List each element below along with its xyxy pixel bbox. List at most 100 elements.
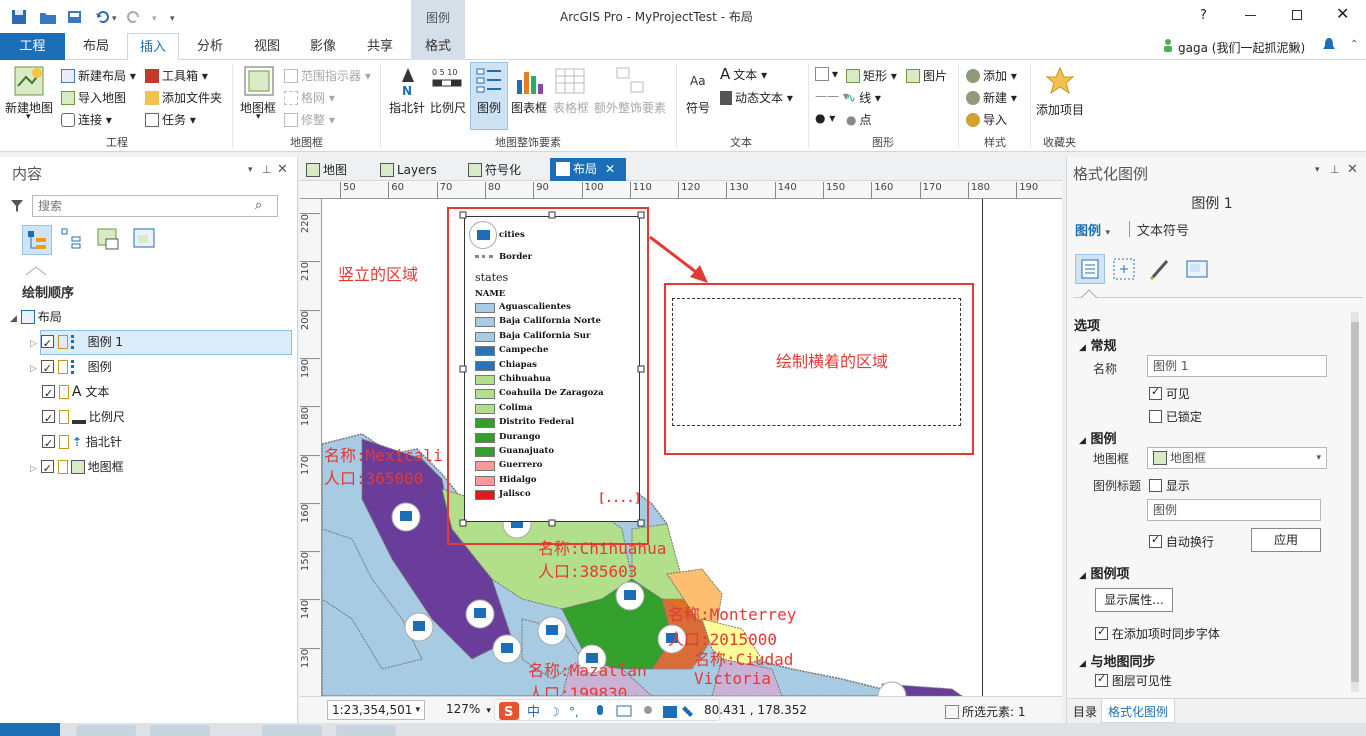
lock-icon[interactable] (57, 360, 68, 374)
pane-menu-icon[interactable]: ▾ (248, 165, 253, 175)
search-input[interactable] (32, 195, 278, 217)
close-tab-icon[interactable]: ✕ (605, 162, 615, 176)
text-button[interactable]: A 文本 ▾ (720, 65, 767, 83)
locked-checkbox[interactable] (1149, 410, 1162, 423)
show-title-row[interactable]: 显示 (1149, 477, 1190, 494)
extra-surround-button[interactable]: 额外整饰要素 (594, 99, 666, 116)
expand-icon[interactable]: ◢ (1079, 343, 1086, 353)
tab-layout[interactable]: 布局 (71, 33, 121, 60)
layout-canvas[interactable]: 名称:Mexicali 人口:365000 名称:Chihuahua 人口:38… (322, 199, 1062, 696)
auto-wrap-row[interactable]: 自动换行 (1149, 533, 1214, 550)
format-legend-tab[interactable]: 格式化图例 (1101, 699, 1176, 723)
name-input[interactable]: 图例 1 (1147, 355, 1327, 377)
view-tab-map[interactable]: 地图 (306, 160, 347, 180)
tree-item-north-arrow[interactable]: ⇡指北针 (42, 431, 122, 455)
close-window-button[interactable]: ✕ (1336, 4, 1349, 23)
notification-icon[interactable] (1322, 37, 1336, 53)
symbol-button[interactable]: 符号 (686, 99, 710, 116)
arrange-tab-icon[interactable] (1112, 257, 1136, 281)
rectangle-tool-dropdown[interactable]: ▾ (815, 67, 838, 81)
sync-fonts-row[interactable]: 在添加项时同步字体 (1095, 625, 1220, 642)
table-frame-button[interactable]: 表格框 (553, 99, 589, 116)
expand-icon[interactable]: ◢ (10, 314, 17, 324)
quick-access-icons[interactable]: ▾ ▾ ▾ (8, 8, 178, 26)
lock-icon[interactable] (58, 435, 69, 449)
view-tab-symbology[interactable]: 符号化 (468, 160, 521, 180)
toolbox-button[interactable]: 工具箱 ▾ (145, 67, 208, 84)
scale-dropdown[interactable]: 1:23,354,501 ▾ (327, 700, 425, 720)
pane-menu-icon[interactable]: ▾ (1315, 165, 1320, 175)
layer-visibility-checkbox[interactable] (1095, 672, 1108, 687)
sync-fonts-checkbox[interactable] (1095, 625, 1108, 640)
pin-icon[interactable]: ⊥ (1330, 163, 1340, 176)
pin-icon[interactable]: ⊥ (262, 163, 272, 176)
new-map-dropdown[interactable]: ▾ (26, 112, 31, 122)
filter-icon[interactable] (11, 199, 23, 213)
visibility-checkbox[interactable] (42, 383, 55, 405)
expand-icon[interactable]: ▷ (30, 339, 37, 349)
legend-section-toggle[interactable]: ◢ 图例 (1079, 428, 1116, 447)
point-button[interactable]: ● 点 (846, 111, 872, 128)
placement-tab-icon[interactable] (1185, 257, 1209, 281)
legend-items-section-toggle[interactable]: ◢ 图例项 (1079, 563, 1129, 582)
taskbar-item[interactable] (336, 725, 396, 736)
taskbar-item[interactable] (76, 725, 136, 736)
dynamic-text-button[interactable]: 动态文本 ▾ (720, 89, 793, 106)
tab-insert[interactable]: 插入 (127, 33, 179, 61)
restore-button[interactable] (1292, 10, 1302, 20)
collapse-ribbon-icon[interactable]: ⌃ (1350, 39, 1358, 50)
tree-item-scale-bar[interactable]: 比例尺 (42, 406, 125, 430)
expand-icon[interactable]: ▷ (30, 364, 37, 374)
expand-icon[interactable]: ◢ (1079, 571, 1086, 581)
extent-indicator-button[interactable]: 范围指示器 ▾ (284, 67, 371, 84)
visible-checkbox[interactable] (1149, 385, 1162, 400)
line-style-dropdown[interactable]: —— ▾ (815, 89, 849, 103)
north-arrow-button[interactable]: 指北针 (389, 99, 425, 116)
visibility-checkbox[interactable] (42, 408, 55, 430)
expand-icon[interactable]: ◢ (1079, 436, 1086, 446)
new-layout-button[interactable]: 新建布局 ▾ (61, 67, 136, 84)
new-style-button[interactable]: 新建 ▾ (966, 89, 1017, 106)
tab-share[interactable]: 共享 (355, 33, 405, 60)
map-frame-dropdown[interactable]: ▾ (256, 112, 261, 122)
minimize-button[interactable] (1245, 15, 1256, 16)
tab-imagery[interactable]: 影像 (298, 33, 348, 60)
visibility-checkbox[interactable] (40, 358, 54, 380)
add-folder-button[interactable]: 添加文件夹 (145, 89, 222, 106)
visibility-checkbox[interactable] (40, 333, 54, 355)
visibility-checkbox[interactable] (40, 458, 54, 480)
expand-icon[interactable]: ▷ (30, 464, 37, 474)
tree-item-text[interactable]: A文本 (42, 381, 109, 405)
apply-button[interactable]: 应用 (1251, 528, 1321, 552)
add-style-button[interactable]: 添加 ▾ (966, 67, 1017, 84)
tree-item-map-frame[interactable]: ▷ 地图框 (30, 456, 124, 480)
sync-with-map-section-toggle[interactable]: ◢ 与地图同步 (1079, 651, 1155, 670)
close-pane-icon[interactable]: ✕ (277, 162, 288, 177)
view-tab-layers[interactable]: Layers (380, 160, 437, 180)
visible-checkbox-row[interactable]: 可见 (1149, 385, 1190, 402)
general-section-toggle[interactable]: ◢ 常规 (1079, 335, 1116, 354)
task-button[interactable]: 任务 ▾ (145, 111, 196, 128)
list-by-selection-icon[interactable] (96, 227, 120, 251)
scale-bar-button[interactable]: 比例尺 (430, 99, 466, 116)
legend-options-dropdown[interactable]: 图例 ▾ (1075, 220, 1110, 239)
tree-item-legend[interactable]: ▷ 图例 (30, 356, 112, 380)
import-style-button[interactable]: 导入 (966, 111, 1007, 128)
tree-root-layout[interactable]: ◢ 布局 (10, 306, 62, 328)
layer-visibility-row[interactable]: 图层可见性 (1095, 672, 1172, 689)
picture-button[interactable]: 图片 (906, 67, 947, 84)
help-button[interactable]: ? (1200, 8, 1207, 23)
locked-checkbox-row[interactable]: 已锁定 (1149, 408, 1202, 425)
display-tab-icon[interactable] (1149, 257, 1173, 281)
zoom-dropdown[interactable]: 127% ▾ (432, 700, 496, 720)
reshape-button[interactable]: 修整 ▾ (284, 111, 335, 128)
map-frame-select[interactable]: 地图框 ▾ (1147, 447, 1327, 469)
show-properties-button[interactable]: 显示属性... (1095, 588, 1173, 612)
user-name[interactable]: gaga (我们一起抓泥鳅) (1178, 39, 1305, 56)
grid-button[interactable]: 格网 ▾ (284, 89, 335, 106)
legend-button[interactable]: 图例 (477, 99, 501, 116)
import-map-button[interactable]: 导入地图 (61, 89, 126, 106)
options-tab-icon[interactable] (1075, 254, 1105, 284)
lock-icon[interactable] (57, 335, 68, 349)
lock-icon[interactable] (58, 410, 69, 424)
